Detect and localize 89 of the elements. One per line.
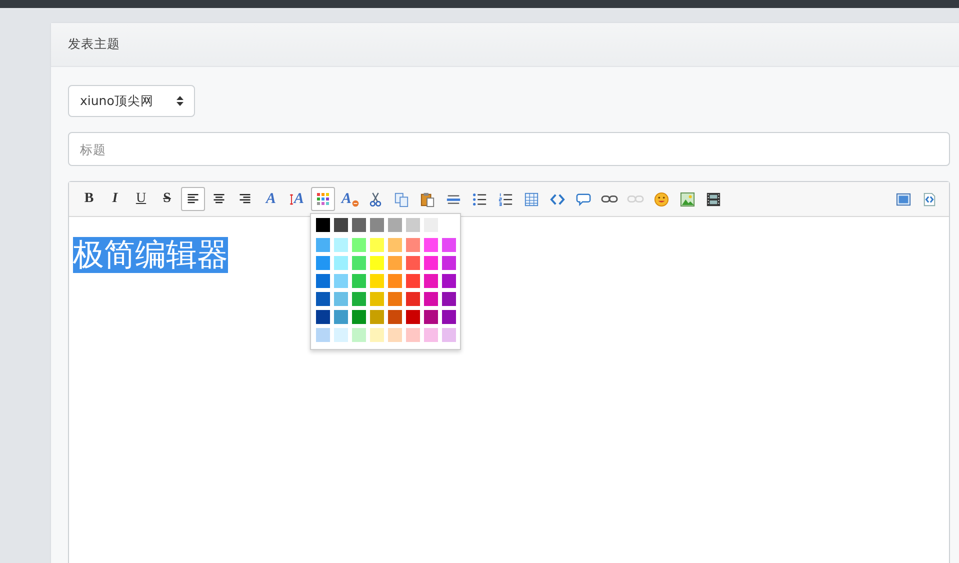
scissors-icon <box>368 192 382 206</box>
direction-button[interactable]: A <box>285 187 309 211</box>
color-swatch[interactable] <box>406 256 420 270</box>
color-swatch[interactable] <box>406 238 420 252</box>
speech-bubble-icon <box>576 192 590 206</box>
color-swatch[interactable] <box>406 310 420 324</box>
color-swatch[interactable] <box>334 256 348 270</box>
color-swatch[interactable] <box>316 310 330 324</box>
color-swatch[interactable] <box>352 328 366 342</box>
color-swatch[interactable] <box>388 310 402 324</box>
align-left-icon <box>186 192 200 206</box>
color-swatch[interactable] <box>352 274 366 288</box>
strike-button[interactable]: S <box>155 187 179 211</box>
title-field[interactable]: 标题 <box>68 132 950 166</box>
color-swatch[interactable] <box>424 292 438 306</box>
align-center-icon <box>212 192 226 206</box>
source-code-icon <box>922 192 936 206</box>
color-swatch[interactable] <box>424 274 438 288</box>
align-right-icon <box>238 192 252 206</box>
italic-button[interactable]: I <box>103 187 127 211</box>
code-icon <box>550 192 564 206</box>
color-swatch[interactable] <box>388 292 402 306</box>
cursor-bar-icon <box>290 192 293 206</box>
link-icon <box>600 194 618 204</box>
color-swatch[interactable] <box>388 274 402 288</box>
film-icon <box>706 192 720 206</box>
color-swatch[interactable] <box>316 292 330 306</box>
color-button[interactable] <box>311 187 335 211</box>
image-icon <box>680 192 694 206</box>
color-swatch[interactable] <box>370 328 384 342</box>
color-swatch[interactable] <box>442 274 456 288</box>
color-swatch[interactable] <box>370 256 384 270</box>
color-swatch[interactable] <box>370 292 384 306</box>
color-swatch[interactable] <box>442 292 456 306</box>
color-swatch[interactable] <box>388 328 402 342</box>
clear-format-button[interactable]: A <box>337 187 361 211</box>
updown-icon <box>176 95 184 107</box>
color-swatch[interactable] <box>442 256 456 270</box>
card-title: 发表主题 <box>68 36 120 53</box>
color-swatch[interactable] <box>406 218 420 232</box>
color-swatch[interactable] <box>424 256 438 270</box>
eraser-dot-icon <box>352 200 358 206</box>
color-swatch[interactable] <box>352 256 366 270</box>
color-swatch[interactable] <box>370 218 384 232</box>
numbered-list-icon <box>498 192 512 206</box>
table-icon <box>524 192 538 206</box>
copy-icon <box>394 192 408 206</box>
color-swatch[interactable] <box>424 328 438 342</box>
color-swatch[interactable] <box>424 238 438 252</box>
color-swatch[interactable] <box>370 310 384 324</box>
font-button[interactable]: A <box>259 187 283 211</box>
color-swatch[interactable] <box>388 256 402 270</box>
color-swatch[interactable] <box>334 274 348 288</box>
color-swatch[interactable] <box>442 328 456 342</box>
color-swatch[interactable] <box>370 274 384 288</box>
color-swatch[interactable] <box>334 292 348 306</box>
smiley-icon <box>654 192 668 206</box>
color-swatch[interactable] <box>316 238 330 252</box>
color-swatch[interactable] <box>388 238 402 252</box>
color-swatch[interactable] <box>334 328 348 342</box>
bullet-list-icon <box>472 192 486 206</box>
fullscreen-icon <box>896 192 910 206</box>
color-swatch[interactable] <box>352 218 366 232</box>
align-left-button[interactable] <box>181 187 205 211</box>
color-swatch[interactable] <box>316 218 330 232</box>
color-swatch[interactable] <box>352 238 366 252</box>
color-swatch[interactable] <box>406 328 420 342</box>
clipboard-icon <box>420 192 434 206</box>
color-swatch[interactable] <box>370 238 384 252</box>
color-swatch[interactable] <box>352 310 366 324</box>
color-swatch[interactable] <box>424 310 438 324</box>
color-swatch[interactable] <box>316 274 330 288</box>
color-swatch[interactable] <box>442 310 456 324</box>
color-swatch[interactable] <box>352 292 366 306</box>
bold-button[interactable]: B <box>77 187 101 211</box>
color-swatch[interactable] <box>334 218 348 232</box>
forum-select[interactable]: xiuno顶尖网 <box>68 85 195 117</box>
color-swatch[interactable] <box>334 310 348 324</box>
color-swatch[interactable] <box>334 238 348 252</box>
underline-button[interactable]: U <box>129 187 153 211</box>
editor-text: 极简编辑器 <box>73 237 228 273</box>
color-swatch[interactable] <box>442 238 456 252</box>
color-swatch[interactable] <box>388 218 402 232</box>
color-swatch[interactable] <box>316 256 330 270</box>
link-icon <box>626 194 644 204</box>
color-swatch[interactable] <box>316 328 330 342</box>
color-grid-icon <box>317 193 329 205</box>
color-swatch[interactable] <box>406 274 420 288</box>
color-swatch[interactable] <box>406 292 420 306</box>
